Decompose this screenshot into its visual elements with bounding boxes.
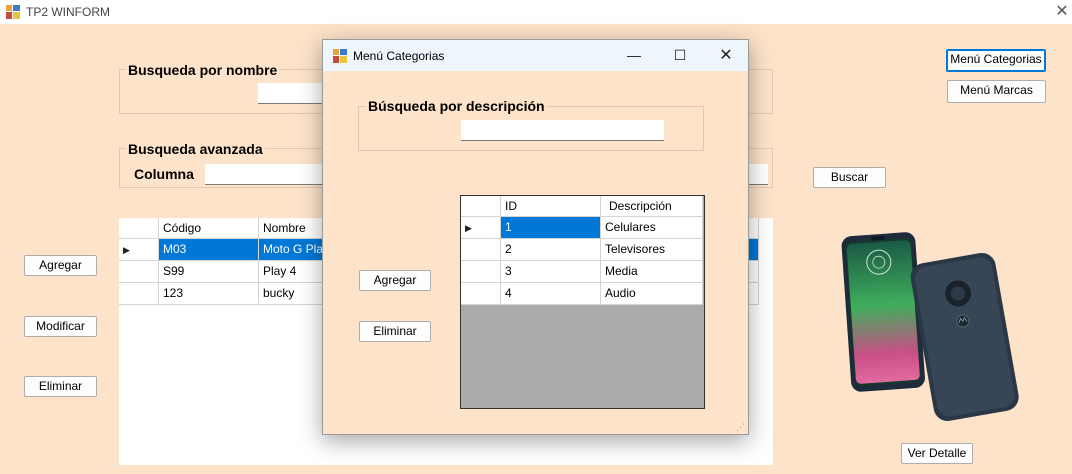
advanced-search-title: Busqueda avanzada [126,141,265,157]
table-row[interactable]: 3 [501,261,601,283]
row-header[interactable] [461,261,501,283]
window-title: TP2 WINFORM [26,5,110,19]
search-by-name-input[interactable] [258,83,324,104]
winform-app-icon [6,5,20,19]
dialog-eliminar-button[interactable]: Eliminar [359,321,431,342]
menu-categorias-button[interactable]: Menú Categorias [946,49,1046,72]
table-row[interactable]: Celulares [601,217,703,239]
close-icon[interactable]: ✕ [1052,1,1072,23]
row-header[interactable] [461,283,501,305]
table-row[interactable]: 123 [159,283,259,305]
table-row[interactable]: Moto G Play [259,239,329,261]
row-header[interactable] [119,283,159,305]
winform-app-icon [333,49,347,63]
dialog-title: Menú Categorias [353,49,445,63]
search-by-name-title: Busqueda por nombre [126,62,280,78]
menu-categorias-dialog[interactable]: Menú Categorias — ☐ ✕ Búsqueda por descr… [322,39,749,435]
phone-image [841,232,1019,422]
description-search-input[interactable] [461,120,664,141]
row-header[interactable] [119,261,159,283]
agregar-button[interactable]: Agregar [24,255,97,276]
buscar-button[interactable]: Buscar [813,167,886,188]
table-row[interactable]: 2 [501,239,601,261]
modificar-button[interactable]: Modificar [24,316,97,337]
column-header-descripcion[interactable]: Descripción [601,196,703,217]
table-row[interactable]: 1 [501,217,601,239]
ver-detalle-button[interactable]: Ver Detalle [901,443,973,464]
main-title-bar [0,0,1072,24]
table-row[interactable]: 4 [501,283,601,305]
maximize-icon[interactable]: ☐ [657,40,703,71]
row-pointer-icon[interactable]: ▶ [119,239,159,261]
description-search-title: Búsqueda por descripción [366,98,547,114]
table-row[interactable]: Play 4 [259,261,329,283]
table-row[interactable]: Media [601,261,703,283]
eliminar-button[interactable]: Eliminar [24,376,97,397]
table-row[interactable]: S99 [159,261,259,283]
close-icon[interactable]: ✕ [703,40,749,71]
resize-grip-icon[interactable]: ⋰ [736,422,746,432]
column-header-id[interactable]: ID [501,196,601,217]
table-row[interactable]: Audio [601,283,703,305]
column-select[interactable] [205,164,325,185]
dialog-agregar-button[interactable]: Agregar [359,270,431,291]
row-pointer-icon[interactable]: ▶ [461,217,501,239]
column-header-nombre[interactable]: Nombre [259,218,329,239]
column-label: Columna [134,166,194,182]
table-row[interactable]: Televisores [601,239,703,261]
table-row[interactable]: bucky [259,283,329,305]
table-row[interactable]: M03 [159,239,259,261]
row-header-corner [461,196,501,217]
row-header-corner [119,218,159,239]
minimize-icon[interactable]: — [611,40,657,71]
row-header[interactable] [461,239,501,261]
categories-grid[interactable]: ID Descripción ▶ 1 Celulares 2 Televisor… [460,195,705,409]
advanced-search-input[interactable] [748,164,768,185]
column-header-codigo[interactable]: Código [159,218,259,239]
menu-marcas-button[interactable]: Menú Marcas [947,80,1046,103]
